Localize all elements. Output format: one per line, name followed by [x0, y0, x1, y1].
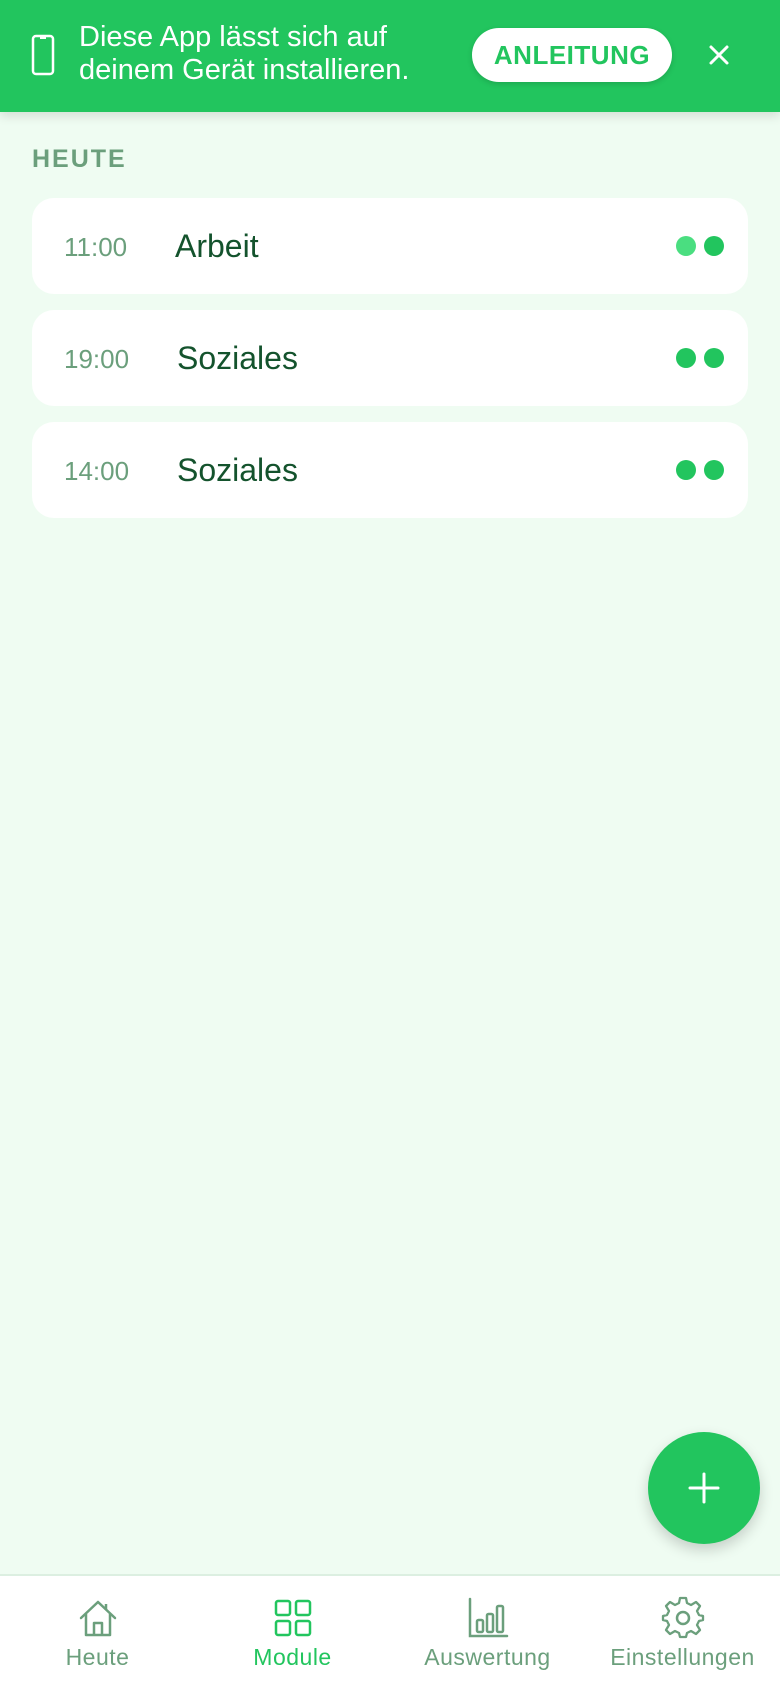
bar-chart-icon — [468, 1597, 508, 1638]
nav-item-einstellungen[interactable]: Einstellungen — [585, 1576, 780, 1688]
nav-label: Einstellungen — [610, 1644, 755, 1670]
close-icon[interactable] — [703, 39, 735, 71]
gear-icon — [661, 1596, 704, 1639]
plus-icon — [688, 1472, 720, 1504]
entry-time: 19:00 — [64, 344, 130, 374]
entry-title: Arbeit — [175, 228, 259, 264]
nav-item-module[interactable]: Module — [195, 1576, 390, 1688]
entry-item[interactable]: 19:00 Soziales — [32, 310, 748, 406]
add-entry-button[interactable] — [648, 1432, 760, 1544]
guide-button[interactable]: ANLEITUNG — [472, 28, 672, 82]
indicator-dot — [676, 236, 696, 256]
indicator-dot — [676, 348, 696, 368]
install-banner: Diese App lässt sich auf deinem Gerät in… — [0, 0, 780, 112]
indicator-dot — [704, 460, 724, 480]
nav-label: Heute — [65, 1644, 130, 1670]
nav-label: Auswertung — [424, 1644, 551, 1670]
entry-indicator-dots — [676, 236, 724, 256]
entry-item[interactable]: 14:00 Soziales — [32, 422, 748, 518]
indicator-dot — [704, 236, 724, 256]
smartphone-icon — [31, 34, 55, 76]
entry-indicator-dots — [676, 348, 724, 368]
nav-item-auswertung[interactable]: Auswertung — [390, 1576, 585, 1688]
entry-title: Soziales — [177, 340, 298, 376]
entry-list: 11:00 Arbeit 19:00 Soziales 14:00 Sozial… — [32, 198, 748, 534]
indicator-dot — [676, 460, 696, 480]
install-banner-text: Diese App lässt sich auf deinem Gerät in… — [79, 21, 410, 86]
entry-item[interactable]: 11:00 Arbeit — [32, 198, 748, 294]
section-label-today: HEUTE — [32, 145, 127, 173]
entry-title: Soziales — [177, 452, 298, 488]
nav-label: Module — [253, 1644, 332, 1670]
indicator-dot — [704, 348, 724, 368]
nav-item-heute[interactable]: Heute — [0, 1576, 195, 1688]
bottom-navigation: Heute Module Auswertung Einstellungen — [0, 1574, 780, 1688]
entry-time: 11:00 — [64, 232, 128, 262]
entry-time: 14:00 — [64, 456, 130, 486]
entry-indicator-dots — [676, 460, 724, 480]
grid-icon — [274, 1599, 311, 1637]
home-icon — [79, 1600, 116, 1637]
